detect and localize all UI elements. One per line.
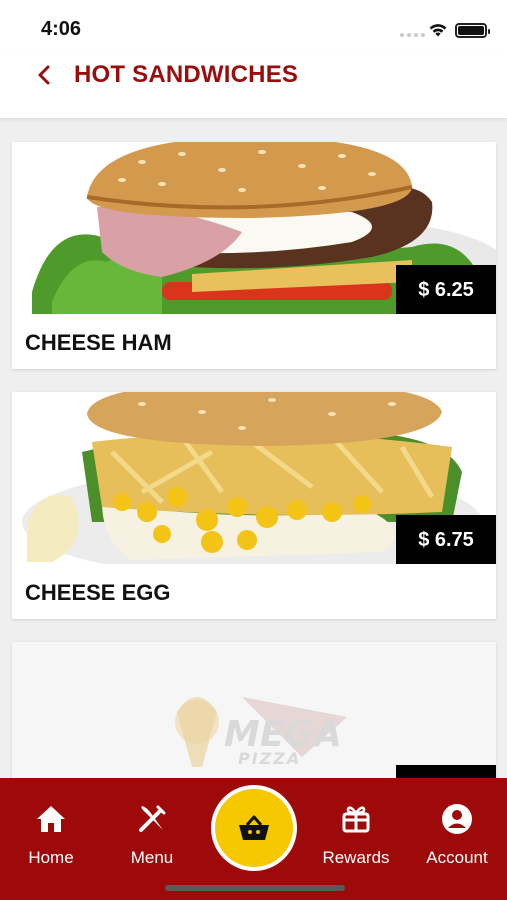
app-header: HOT SANDWICHES <box>0 52 507 118</box>
product-image-placeholder: MEGA PIZZA <box>12 642 496 778</box>
product-card-cheese-egg[interactable]: $ 6.75 CHEESE EGG <box>12 392 496 619</box>
nav-rewards-label: Rewards <box>322 848 390 867</box>
nav-account[interactable]: Account <box>412 802 502 868</box>
utensils-icon <box>139 805 166 832</box>
nav-menu-label: Menu <box>130 848 174 867</box>
page-title: HOT SANDWICHES <box>74 61 299 88</box>
nav-home-label: Home <box>28 848 74 867</box>
battery-icon <box>455 23 490 38</box>
nav-account-label: Account <box>426 848 488 867</box>
cart-button[interactable] <box>211 785 297 871</box>
wifi-icon <box>429 24 447 37</box>
product-list[interactable]: $ 6.25 CHEESE HAM $ 6.75 CHEESE EGG MEGA… <box>0 118 507 778</box>
gift-icon <box>342 806 370 833</box>
price-tag: $ 6.25 <box>396 265 496 314</box>
product-card-placeholder[interactable]: MEGA PIZZA <box>12 642 496 778</box>
product-card-cheese-ham[interactable]: $ 6.25 CHEESE HAM <box>12 142 496 369</box>
back-button[interactable] <box>30 60 58 90</box>
price-tag <box>396 765 496 778</box>
product-image-cheese-egg: $ 6.75 <box>12 392 496 564</box>
home-indicator <box>165 885 345 891</box>
nav-rewards[interactable]: Rewards <box>311 802 401 868</box>
svg-text:PIZZA: PIZZA <box>238 749 301 768</box>
status-bar: 4:06 <box>0 0 507 52</box>
nav-menu[interactable]: Menu <box>107 802 197 868</box>
account-icon <box>442 804 472 834</box>
signal-icon <box>400 33 425 37</box>
mega-pizza-logo-icon: MEGA PIZZA <box>175 697 347 768</box>
product-name: CHEESE EGG <box>25 580 171 605</box>
product-image-cheese-ham: $ 6.25 <box>12 142 496 314</box>
nav-home[interactable]: Home <box>6 802 96 868</box>
price-tag: $ 6.75 <box>396 515 496 564</box>
chevron-left-icon <box>38 65 50 85</box>
home-icon <box>37 806 65 832</box>
product-name: CHEESE HAM <box>25 330 172 355</box>
bottom-nav: Home Menu Rewards Account <box>0 778 507 900</box>
basket-icon <box>239 815 269 840</box>
status-time: 4:06 <box>41 18 82 40</box>
